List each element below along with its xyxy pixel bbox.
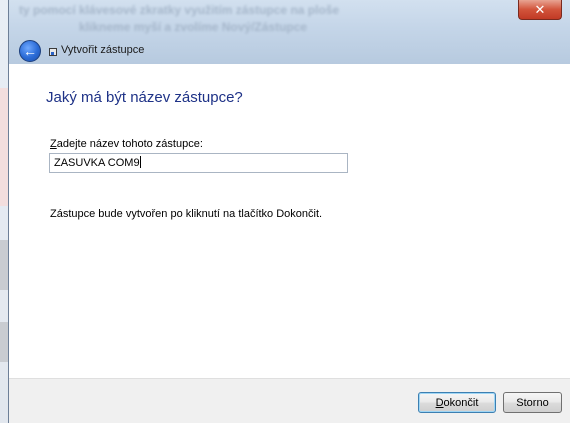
page-heading: Jaký má být název zástupce? <box>46 89 243 106</box>
shortcut-name-input[interactable]: ZASUVKA COM9 <box>49 153 348 173</box>
shortcut-icon <box>49 48 57 56</box>
titlebar: ty pomocí klávesové zkratky využitím zás… <box>9 0 570 64</box>
back-arrow-icon: ← <box>23 43 37 59</box>
close-icon: ✕ <box>534 1 546 17</box>
close-button[interactable]: ✕ <box>518 0 562 20</box>
button-bar: Dokončit Storno <box>9 378 570 423</box>
create-shortcut-wizard: ty pomocí klávesové zkratky využitím zás… <box>8 0 570 423</box>
wizard-title: Vytvořit zástupce <box>61 44 145 56</box>
shortcut-name-label: Zadejte název tohoto zástupce: <box>50 138 203 150</box>
background-window-title-blurred: ty pomocí klávesové zkratky využitím zás… <box>19 3 340 34</box>
finish-button[interactable]: Dokončit <box>418 392 496 413</box>
info-text: Zástupce bude vytvořen po kliknutí na tl… <box>50 208 323 220</box>
text-caret <box>139 156 141 168</box>
back-button[interactable]: ← <box>19 40 41 62</box>
wizard-content: Jaký má být název zástupce? Zadejte náze… <box>9 64 570 379</box>
cancel-button[interactable]: Storno <box>503 392 562 413</box>
